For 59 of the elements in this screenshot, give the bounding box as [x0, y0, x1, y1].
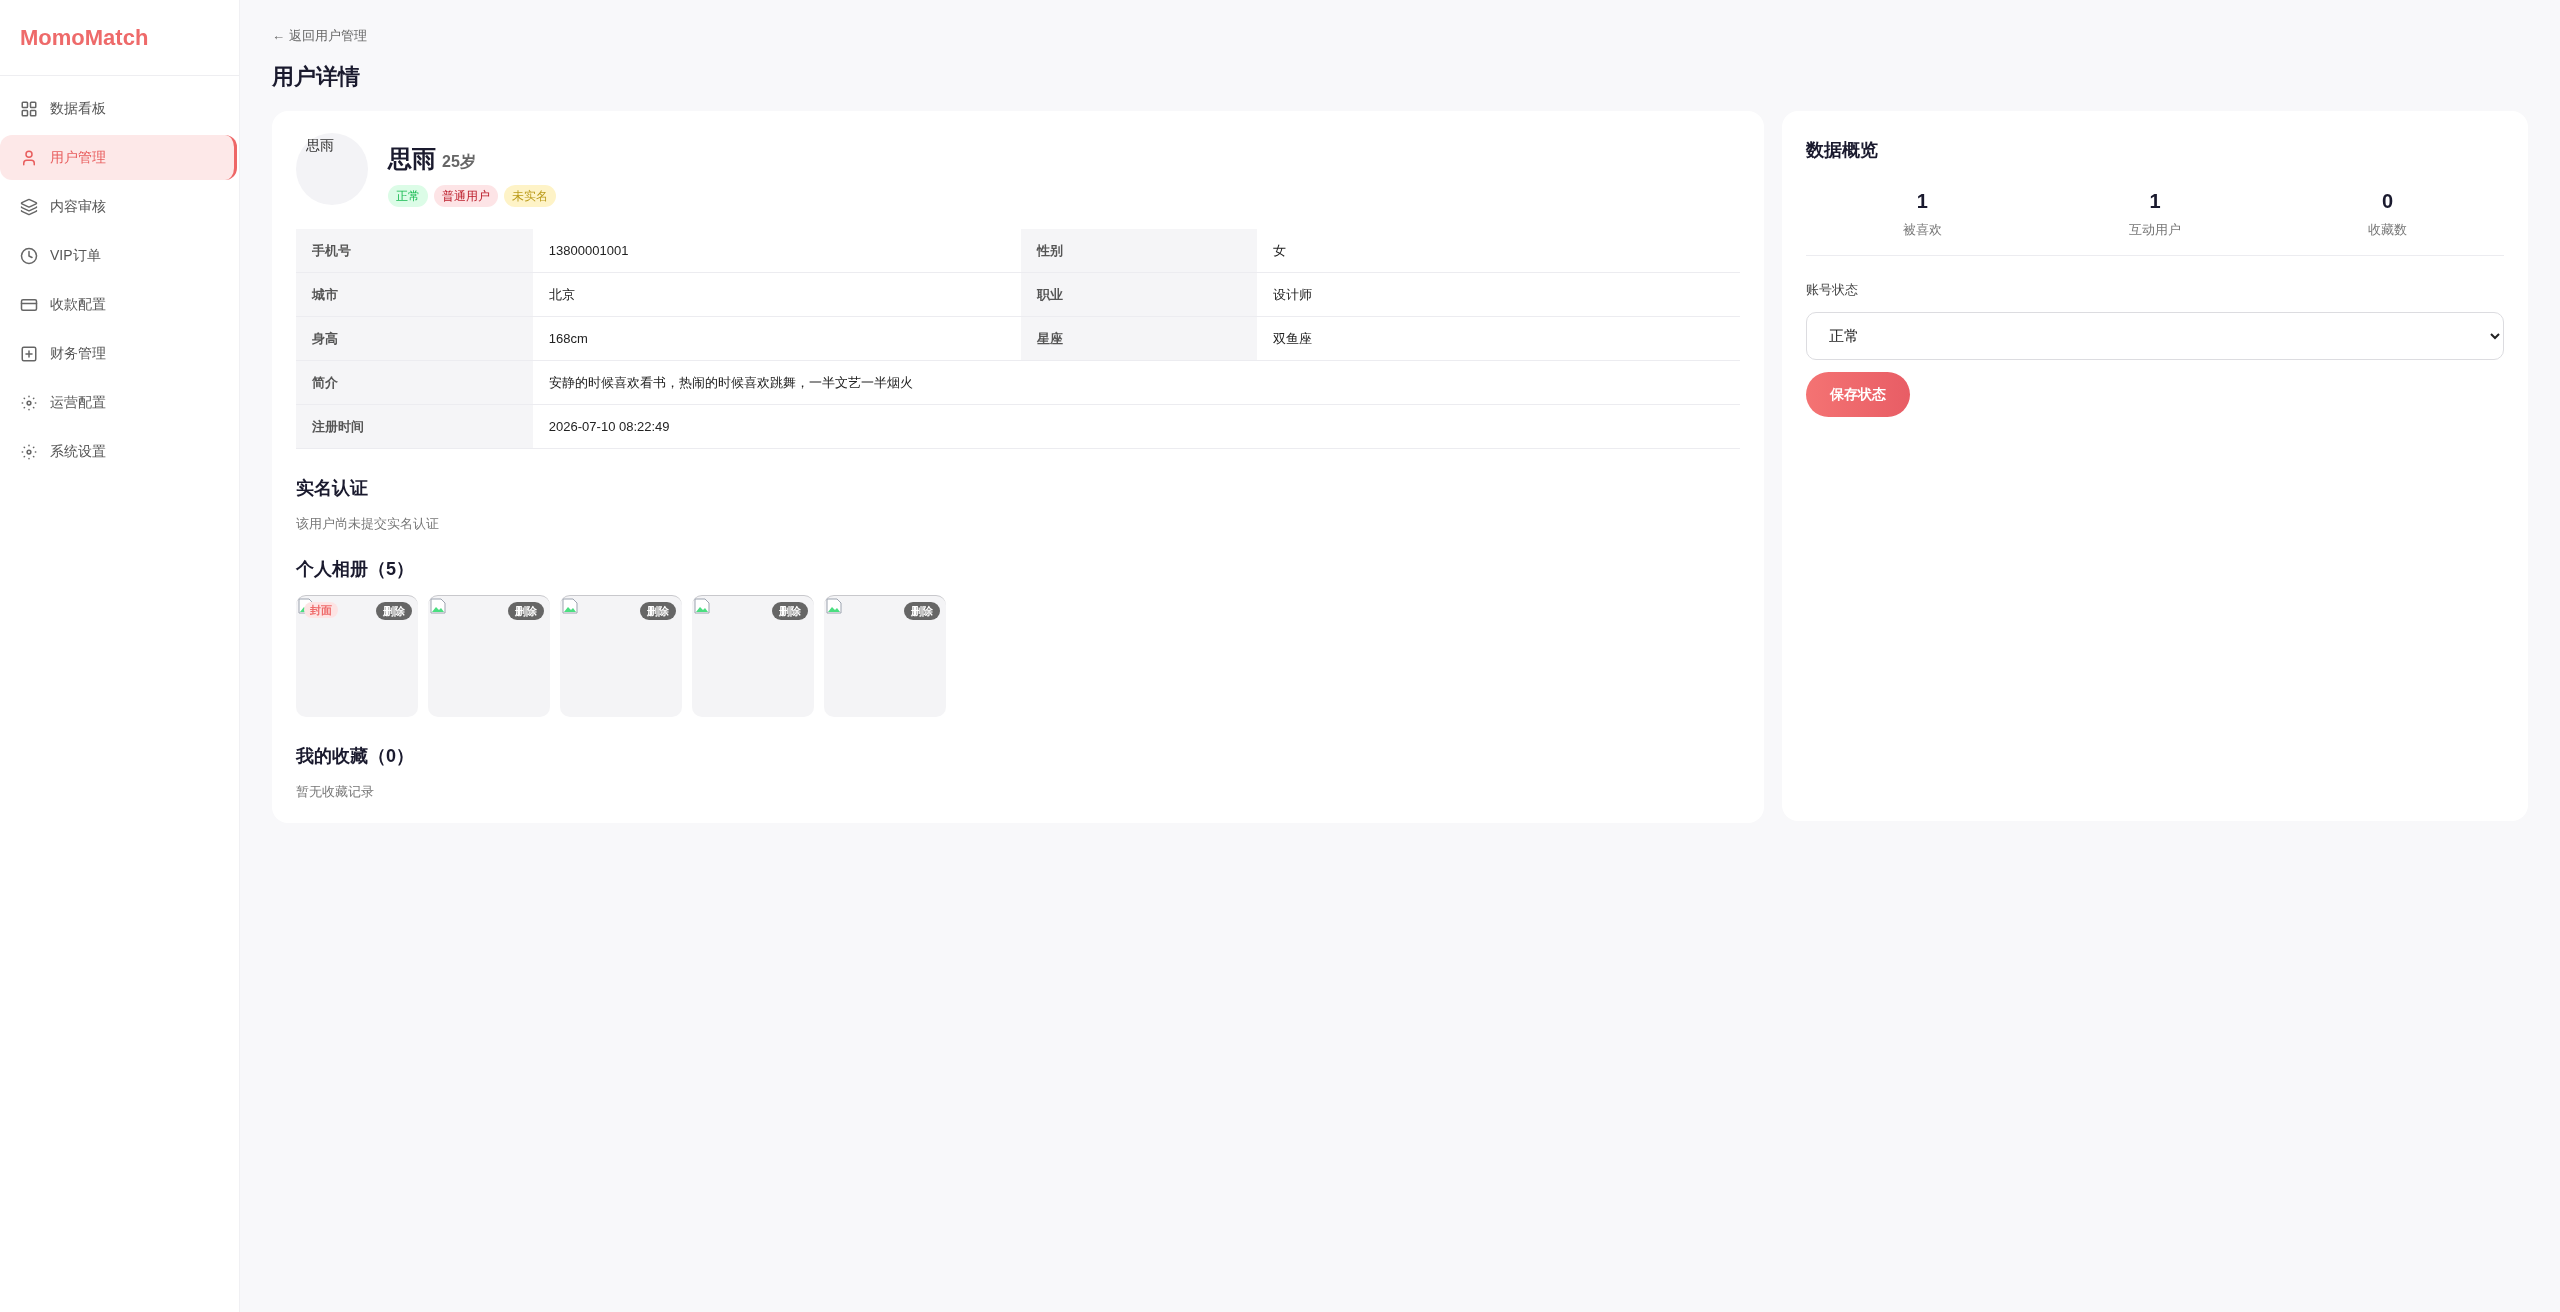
clock-icon — [20, 246, 38, 265]
sidebar-item[interactable]: VIP订单 — [0, 233, 237, 278]
field-label: 性别 — [1020, 228, 1258, 273]
field-value: 安静的时候喜欢看书，热闹的时候喜欢跳舞，一半文艺一半烟火 — [532, 360, 1740, 405]
grid-icon — [20, 99, 38, 118]
field-label: 城市 — [296, 272, 533, 317]
status-select[interactable]: 正常 — [1806, 311, 2504, 360]
section-text: 暂无收藏记录 — [296, 782, 375, 801]
field-label: 手机号 — [296, 228, 533, 273]
status-tag: 正常 — [388, 184, 428, 207]
delete-button[interactable]: 删除 — [508, 601, 544, 620]
delete-button[interactable]: 删除 — [376, 601, 412, 620]
field-label: 简介 — [296, 360, 533, 405]
field-value: 双鱼座 — [1257, 316, 1740, 361]
stat-value: 1 — [2149, 188, 2161, 214]
user-name: 思雨 — [388, 143, 436, 174]
field-value: 北京 — [532, 272, 1021, 317]
stat-label: 互动用户 — [2129, 220, 2181, 239]
field-label: 注册时间 — [296, 404, 533, 449]
field-value: 女 — [1257, 228, 1740, 273]
user-icon — [20, 148, 38, 167]
stat-value: 1 — [1916, 188, 1928, 214]
status-tag: 未实名 — [504, 184, 556, 207]
delete-button[interactable]: 删除 — [640, 601, 676, 620]
section-text: 该用户尚未提交实名认证 — [296, 515, 440, 533]
sidebar-item[interactable]: 内容审核 — [0, 184, 237, 229]
delete-button[interactable]: 删除 — [904, 601, 940, 620]
field-label: 账号状态 — [1806, 281, 1859, 299]
section-title: 实名认证 — [296, 477, 369, 500]
field-label: 职业 — [1020, 272, 1258, 317]
cover-tag: 封面 — [304, 601, 338, 618]
stat-label: 收藏数 — [2368, 220, 2408, 239]
status-tag: 普通用户 — [434, 184, 498, 207]
field-value: 168cm — [532, 316, 1021, 361]
stat-label: 被喜欢 — [1902, 220, 1942, 239]
sidebar-item[interactable]: 系统设置 — [0, 429, 237, 474]
field-value: 13800001001 — [532, 228, 1021, 273]
plus-square-icon — [20, 344, 38, 363]
avatar: 思雨 — [296, 132, 368, 205]
section-title: 我的收藏（0） — [296, 744, 415, 768]
section-title: 个人相册（5） — [296, 557, 415, 581]
user-age: 25岁 — [442, 151, 476, 172]
field-label: 身高 — [296, 316, 533, 361]
stat-value: 0 — [2382, 188, 2394, 214]
field-value: 设计师 — [1257, 272, 1740, 317]
brand-logo: MomoMatch — [20, 24, 149, 52]
sun-icon — [20, 393, 38, 412]
sidebar-item[interactable]: 运营配置 — [0, 380, 237, 425]
back-link[interactable]: ← 返回用户管理 — [272, 26, 367, 46]
sidebar-item[interactable]: 收款配置 — [0, 282, 237, 327]
field-value: 2026-07-10 08:22:49 — [532, 404, 1740, 449]
layers-icon — [20, 197, 38, 216]
card-title: 数据概览 — [1806, 138, 1879, 162]
sidebar-item[interactable]: 数据看板 — [0, 86, 237, 131]
delete-button[interactable]: 删除 — [772, 601, 808, 620]
sun-icon — [20, 442, 38, 461]
field-label: 星座 — [1020, 316, 1258, 361]
sidebar-item[interactable]: 财务管理 — [0, 331, 237, 376]
page-title: 用户详情 — [272, 62, 361, 91]
